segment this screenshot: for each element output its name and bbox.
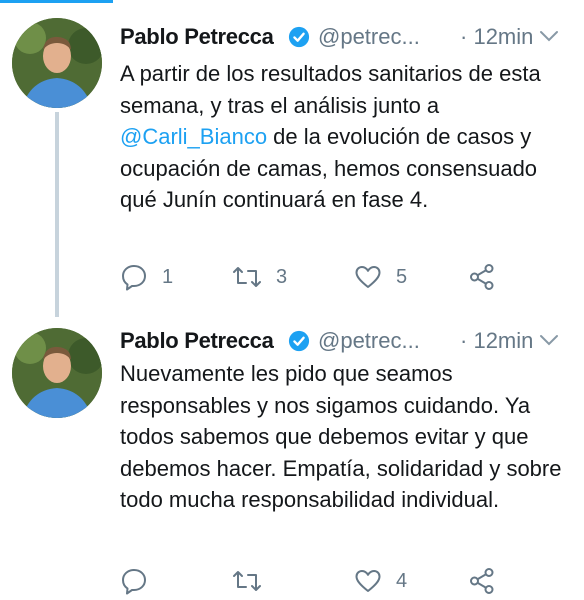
verified-badge-icon — [288, 330, 310, 352]
action-bar: 4 — [120, 566, 580, 596]
reply-icon — [122, 569, 146, 595]
retweet-icon — [233, 267, 261, 287]
author-name[interactable]: Pablo Petrecca — [120, 24, 274, 50]
like-icon — [355, 570, 381, 592]
chevron-down-icon[interactable] — [538, 332, 560, 348]
like-icon — [355, 266, 381, 288]
action-bar: 1 3 5 — [120, 262, 580, 292]
share-icon — [470, 264, 494, 290]
avatar[interactable] — [12, 328, 102, 418]
retweet-button[interactable]: 3 — [232, 262, 287, 292]
tweet-text: A partir de los resultados sanitarios de… — [120, 58, 570, 216]
reply-count: 1 — [162, 265, 174, 288]
reply-button[interactable] — [120, 566, 162, 596]
retweet-icon — [233, 571, 261, 591]
tweet-header: Pablo Petrecca @petrec... · 12min — [120, 24, 584, 60]
avatar-photo-icon — [12, 18, 102, 108]
reply-icon — [122, 265, 146, 291]
avatar-photo-icon — [12, 328, 102, 418]
timestamp[interactable]: · 12min — [460, 24, 533, 50]
reply-button[interactable]: 1 — [120, 262, 173, 292]
avatar[interactable] — [12, 18, 102, 108]
retweet-count: 3 — [276, 265, 288, 288]
like-count: 5 — [396, 265, 408, 288]
tweet-text-part: A partir de los resultados sanitarios de… — [120, 61, 541, 118]
tweet-text: Nuevamente les pido que seamos responsab… — [120, 361, 562, 512]
thread-line — [55, 112, 59, 317]
like-button[interactable]: 5 — [354, 262, 407, 292]
share-button[interactable] — [468, 262, 496, 292]
verified-badge-icon — [288, 26, 310, 48]
time-label: 12min — [473, 24, 534, 49]
like-button[interactable]: 4 — [354, 566, 407, 596]
share-button[interactable] — [468, 566, 496, 596]
retweet-button[interactable] — [232, 566, 276, 596]
chevron-down-icon[interactable] — [538, 28, 560, 44]
author-handle[interactable]: @petrec... — [318, 328, 420, 354]
separator-dot: · — [460, 24, 468, 49]
like-count: 4 — [396, 569, 408, 592]
separator-dot: · — [460, 328, 468, 353]
author-handle[interactable]: @petrec... — [318, 24, 420, 50]
time-label: 12min — [473, 328, 534, 353]
share-icon — [470, 568, 494, 594]
timestamp[interactable]: · 12min — [460, 328, 533, 354]
mention-link[interactable]: @Carli_Bianco — [120, 124, 267, 149]
author-name[interactable]: Pablo Petrecca — [120, 328, 274, 354]
top-accent-bar — [0, 0, 113, 3]
